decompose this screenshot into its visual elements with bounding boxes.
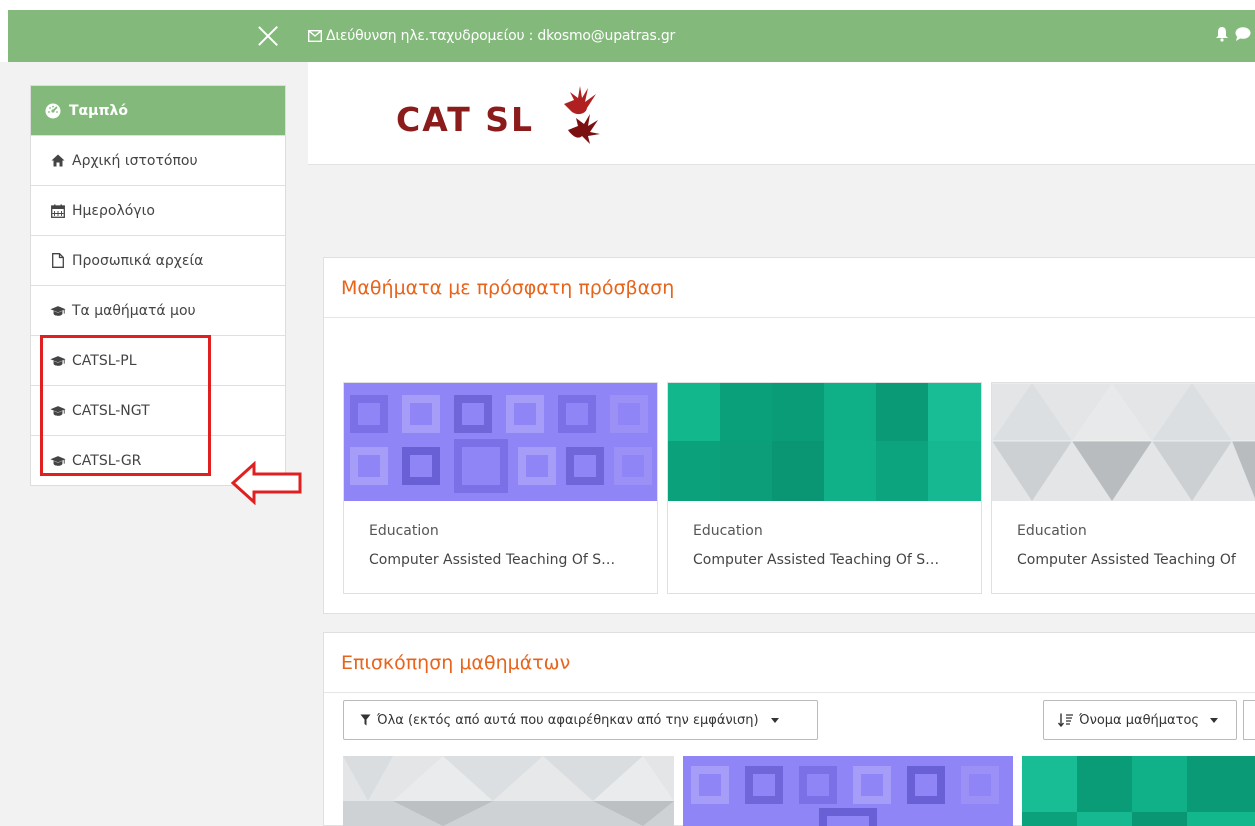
course-card[interactable]: Education Computer Assisted Teaching Of … [343, 382, 658, 594]
site-logo-text: CAT SL [396, 100, 534, 139]
close-icon[interactable] [254, 22, 282, 50]
chevron-down-icon [1210, 717, 1219, 723]
sidebar-item-label: Ημερολόγιο [72, 202, 155, 219]
top-navbar: Διεύθυνση ηλε.ταχυδρομείου : dkosmo@upat… [8, 10, 1255, 62]
course-category: Education [369, 523, 439, 539]
graduation-cap-icon [50, 305, 66, 316]
course-image-grey-triangles [992, 383, 1255, 501]
sidebar-header-label: Ταμπλό [69, 102, 129, 119]
sidebar-item-label: Προσωπικά αρχεία [72, 252, 204, 269]
sort-alpha-icon [1058, 713, 1073, 727]
course-category: Education [693, 523, 763, 539]
sort-label: Όνομα μαθήματος [1079, 712, 1200, 728]
course-card[interactable]: Education Computer Assisted Teaching Of [991, 382, 1255, 594]
logo-header: CAT SL [308, 62, 1255, 165]
course-name-link[interactable]: Computer Assisted Teaching Of S… [693, 552, 939, 568]
course-overview-title: Επισκόπηση μαθημάτων [324, 633, 1255, 693]
course-image-green-blocks [668, 383, 981, 501]
sidebar-item-label: Αρχική ιστοτόπου [72, 152, 198, 169]
course-name-link[interactable]: Computer Assisted Teaching Of [1017, 552, 1236, 568]
hands-logo-icon [564, 86, 600, 144]
email-text: Διεύθυνση ηλε.ταχυδρομείου : dkosmo@upat… [326, 28, 676, 44]
sidebar-item-label: Τα μαθήματά μου [72, 302, 196, 319]
overview-course-image-grey-triangles[interactable] [343, 756, 674, 826]
sidebar-item-home[interactable]: Αρχική ιστοτόπου [31, 135, 285, 185]
course-card[interactable]: Education Computer Assisted Teaching Of … [667, 382, 982, 594]
filter-label: Όλα (εκτός από αυτά που αφαιρέθηκαν από … [377, 712, 759, 728]
sidebar-item-dashboard[interactable]: Ταμπλό [31, 86, 285, 135]
chevron-down-icon [770, 717, 779, 723]
dashboard-icon [45, 103, 61, 118]
filter-icon [360, 714, 371, 726]
annotation-arrow-icon [230, 461, 302, 505]
sidebar-item-private-files[interactable]: Προσωπικά αρχεία [31, 235, 285, 285]
overview-course-image-purple-squares[interactable] [683, 756, 1013, 826]
file-icon [52, 253, 64, 268]
course-category: Education [1017, 523, 1087, 539]
email-info: Διεύθυνση ηλε.ταχυδρομείου : dkosmo@upat… [308, 28, 675, 44]
sidebar-item-calendar[interactable]: Ημερολόγιο [31, 185, 285, 235]
recent-courses-title: Μαθήματα με πρόσφατη πρόσβαση [324, 258, 1255, 318]
annotation-highlight-box [40, 335, 211, 476]
calendar-icon [51, 204, 65, 218]
sort-dropdown[interactable]: Όνομα μαθήματος [1043, 700, 1237, 740]
envelope-icon [308, 30, 322, 42]
view-mode-dropdown[interactable] [1243, 700, 1255, 740]
course-name-link[interactable]: Computer Assisted Teaching Of S… [369, 552, 615, 568]
overview-course-image-green-blocks[interactable] [1022, 756, 1255, 826]
home-icon [51, 154, 65, 167]
course-image-purple-squares [344, 383, 657, 501]
grouping-filter-dropdown[interactable]: Όλα (εκτός από αυτά που αφαιρέθηκαν από … [343, 700, 818, 740]
sidebar-item-my-courses[interactable]: Τα μαθήματά μου [31, 285, 285, 335]
bell-icon[interactable] [1215, 26, 1229, 42]
chat-icon[interactable] [1235, 26, 1251, 42]
